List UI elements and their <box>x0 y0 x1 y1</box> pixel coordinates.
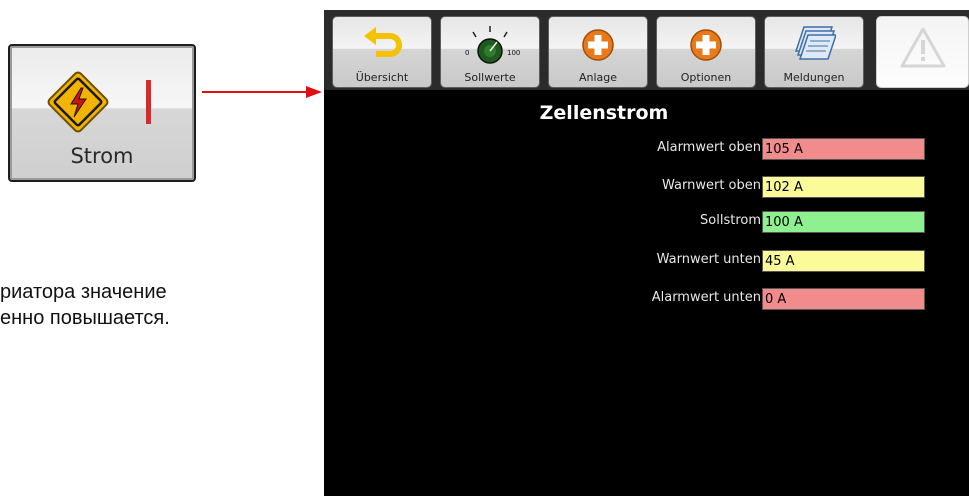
setpoint-row: Warnwert unten 45 A <box>324 250 926 272</box>
device-screen: Übersicht 0 100 Sollwerte Anlage Optione… <box>324 10 969 496</box>
description-line-1: риатора значение <box>0 281 167 303</box>
uebersicht-label: Übersicht <box>355 71 409 84</box>
warn-high-value[interactable]: 102 A <box>762 176 925 198</box>
status-indicator <box>146 80 151 124</box>
meldungen-label: Meldungen <box>783 71 845 84</box>
plus-circle-icon <box>690 29 722 61</box>
sollwerte-label: Sollwerte <box>464 71 516 84</box>
sollwerte-button[interactable]: 0 100 Sollwerte <box>440 16 540 88</box>
anlage-label: Anlage <box>578 71 618 84</box>
description-text: риатора значение енно повышается. <box>0 279 260 331</box>
alarm-high-value[interactable]: 105 A <box>762 138 925 160</box>
strom-button[interactable]: Strom <box>8 44 196 182</box>
target-current-value[interactable]: 100 A <box>762 211 925 233</box>
description-line-2: енно повышается. <box>0 307 170 329</box>
warnings-button[interactable] <box>876 16 969 88</box>
warn-low-value[interactable]: 45 A <box>762 250 925 272</box>
alarm-low-label: Alarmwert unten <box>651 290 761 305</box>
setpoint-row: Warnwert oben 102 A <box>324 176 926 198</box>
dial-max-label: 100 <box>507 49 520 57</box>
setpoint-row: Sollstrom 100 A <box>324 211 926 233</box>
setpoint-row: Alarmwert oben 105 A <box>324 138 926 160</box>
warning-triangle-icon <box>900 27 945 68</box>
optionen-label: Optionen <box>680 71 732 84</box>
target-current-label: Sollstrom <box>700 213 761 228</box>
dial-icon: 0 100 <box>465 26 520 64</box>
meldungen-button[interactable]: Meldungen <box>764 16 864 88</box>
warn-high-label: Warnwert oben <box>662 178 761 193</box>
toolbar: Übersicht 0 100 Sollwerte Anlage Optione… <box>324 10 969 90</box>
alarm-low-value[interactable]: 0 A <box>762 288 925 310</box>
messages-icon <box>794 26 836 60</box>
optionen-button[interactable]: Optionen <box>656 16 756 88</box>
warn-low-label: Warnwert unten <box>656 252 761 267</box>
red-arrow <box>202 86 322 98</box>
setpoint-row: Alarmwert unten 0 A <box>324 288 926 310</box>
alarm-high-label: Alarmwert oben <box>657 140 761 155</box>
high-voltage-warning-icon <box>47 71 109 133</box>
dial-min-label: 0 <box>465 49 469 57</box>
strom-button-label: Strom <box>70 144 134 168</box>
page-title: Zellenstrom <box>539 102 669 124</box>
back-arrow-icon <box>364 27 402 57</box>
plus-circle-icon <box>582 29 614 61</box>
anlage-button[interactable]: Anlage <box>548 16 648 88</box>
uebersicht-button[interactable]: Übersicht <box>332 16 432 88</box>
